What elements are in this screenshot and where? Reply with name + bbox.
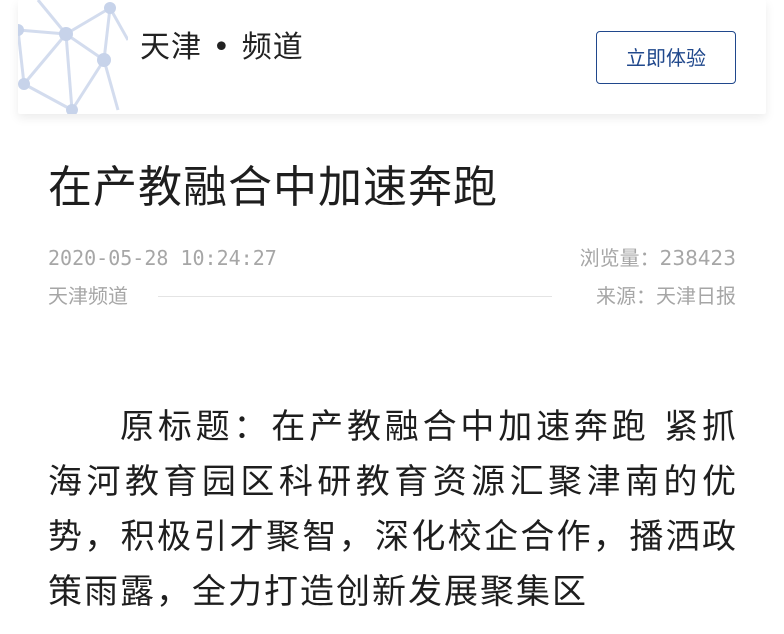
try-now-button[interactable]: 立即体验 xyxy=(596,31,736,84)
article-body: 原标题：在产教融合中加速奔跑 紧抓海河教育园区科研教育资源汇聚津南的优势，积极引… xyxy=(48,407,738,612)
network-globe-icon xyxy=(18,0,128,114)
publish-date: 2020-05-28 10:24:27 xyxy=(48,246,277,270)
channel-label[interactable]: 天津频道 xyxy=(48,282,128,310)
view-count: 浏览量：238423 xyxy=(579,246,736,270)
meta-divider xyxy=(158,296,552,297)
channel-brand: 天津 • 频道 xyxy=(140,30,304,65)
source-label: 来源：天津日报 xyxy=(596,284,736,308)
article-title: 在产教融合中加速奔跑 xyxy=(48,162,498,213)
channel-header: 天津 • 频道 立即体验 xyxy=(18,0,766,114)
